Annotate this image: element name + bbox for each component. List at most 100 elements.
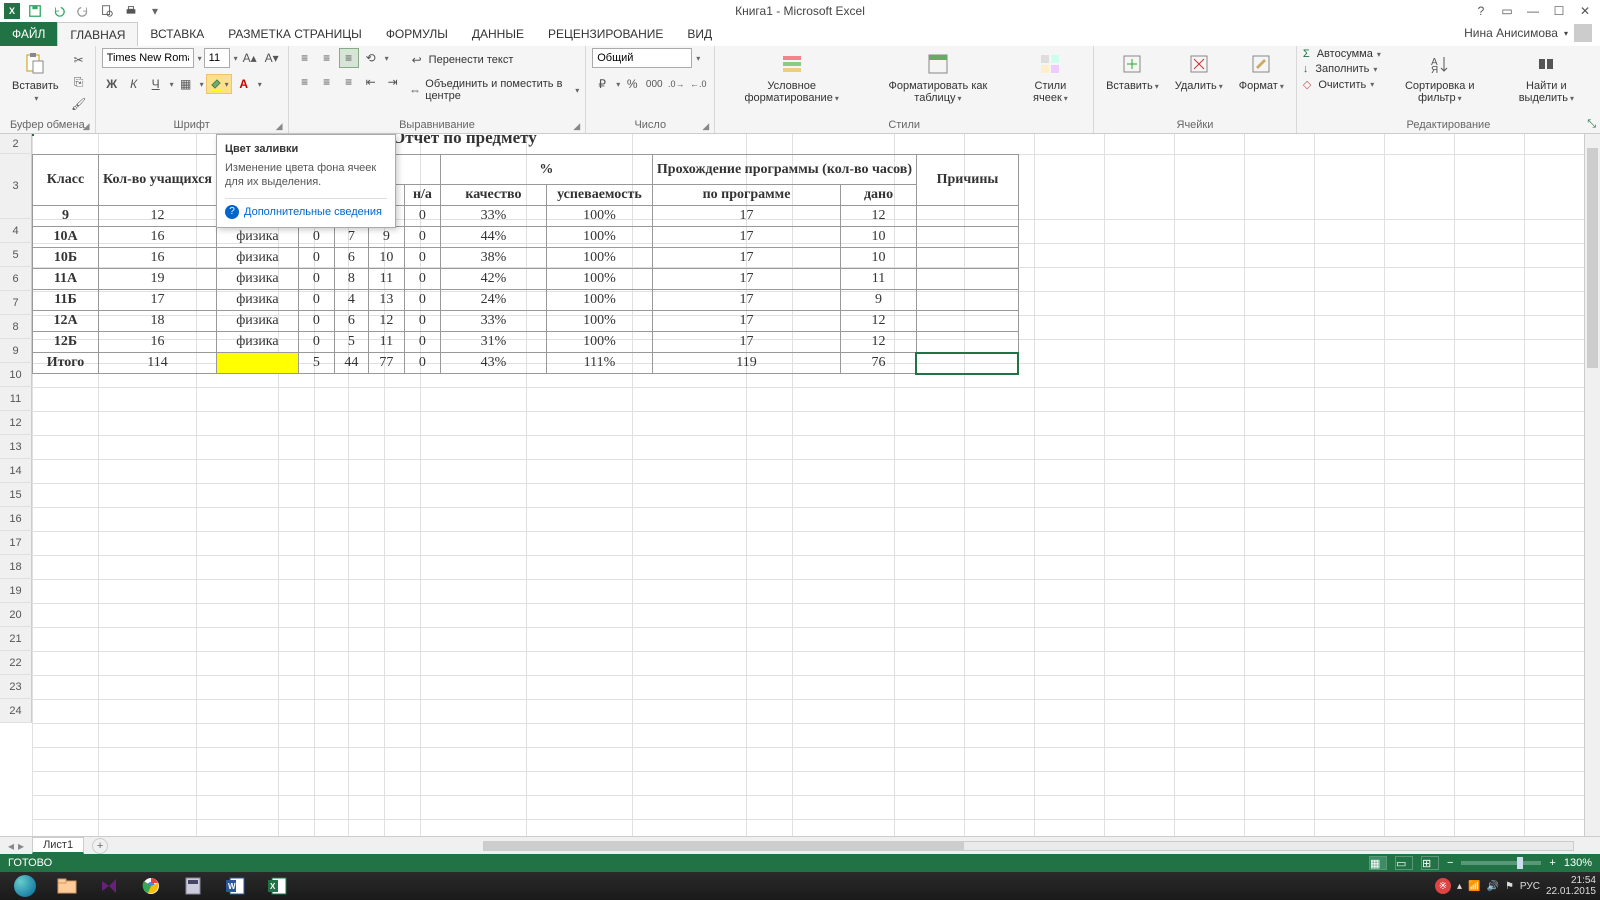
taskbar-calculator-icon[interactable] [172, 874, 214, 898]
tab-data[interactable]: ДАННЫЕ [460, 22, 536, 46]
taskbar-word-icon[interactable]: W [214, 874, 256, 898]
row-header[interactable]: 2 [0, 134, 32, 154]
view-page-break-icon[interactable]: ⊞ [1421, 856, 1439, 870]
row-header[interactable]: 6 [0, 267, 32, 291]
add-sheet-icon[interactable]: + [92, 838, 108, 854]
sheet-nav-prev-icon[interactable]: ◂ [8, 839, 14, 853]
worksheet-grid[interactable]: 23456789101112131415161718192021222324 О… [0, 134, 1600, 854]
conditional-formatting-button[interactable]: Условное форматирование▾ [721, 48, 862, 107]
cut-icon[interactable]: ✂ [69, 50, 89, 70]
sheet-tab-1[interactable]: Лист1 [32, 837, 84, 854]
row-header[interactable]: 7 [0, 291, 32, 315]
tray-clock[interactable]: 21:54 22.01.2015 [1546, 875, 1596, 897]
horizontal-scrollbar[interactable] [118, 839, 1590, 853]
tooltip-more-link[interactable]: ? Дополнительные сведения [225, 198, 387, 219]
clear-button[interactable]: ◇ Очистить▾ [1303, 78, 1381, 91]
ribbon-display-icon[interactable]: ▭ [1496, 2, 1518, 20]
tray-network-icon[interactable]: 📶 [1468, 881, 1480, 892]
tray-chevron-icon[interactable]: ▴ [1457, 881, 1462, 892]
start-button[interactable] [4, 874, 46, 898]
minimize-icon[interactable]: — [1522, 2, 1544, 20]
row-header[interactable]: 12 [0, 411, 32, 435]
wrap-text-button[interactable]: ↩Перенести текст [407, 50, 580, 70]
row-header[interactable]: 3 [0, 154, 32, 219]
qat-preview-icon[interactable] [98, 2, 116, 20]
table-row[interactable]: 11Б17физика0413024%100%179 [33, 290, 1019, 311]
find-select-button[interactable]: Найти и выделить▾ [1499, 48, 1594, 107]
row-header[interactable]: 11 [0, 387, 32, 411]
row-header[interactable]: 18 [0, 555, 32, 579]
tray-volume-icon[interactable]: 🔊 [1486, 881, 1498, 892]
taskbar-explorer-icon[interactable] [46, 874, 88, 898]
tab-home[interactable]: ГЛАВНАЯ [57, 22, 138, 46]
zoom-out-icon[interactable]: − [1447, 857, 1453, 869]
format-as-table-button[interactable]: Форматировать как таблицу▾ [866, 48, 1010, 107]
tab-view[interactable]: ВИД [675, 22, 724, 46]
format-painter-icon[interactable]: 🖌 [69, 94, 89, 114]
align-right-icon[interactable]: ≡ [339, 72, 359, 92]
increase-font-icon[interactable]: A▴ [240, 48, 260, 68]
qat-save-icon[interactable] [26, 2, 44, 20]
taskbar-excel-icon[interactable]: X [256, 874, 298, 898]
increase-indent-icon[interactable]: ⇥ [383, 72, 403, 92]
row-header[interactable]: 21 [0, 627, 32, 651]
font-size-combo[interactable] [204, 48, 230, 68]
cell-styles-button[interactable]: Стили ячеек▾ [1014, 48, 1087, 107]
zoom-slider[interactable] [1461, 861, 1541, 865]
percent-format-icon[interactable]: % [622, 74, 642, 94]
align-bottom-icon[interactable]: ≡ [339, 48, 359, 68]
qat-undo-icon[interactable] [50, 2, 68, 20]
comma-format-icon[interactable]: 000 [644, 74, 664, 94]
help-icon[interactable]: ? [1470, 2, 1492, 20]
tab-file[interactable]: ФАЙЛ [0, 22, 57, 46]
dialog-launcher-icon[interactable]: ◢ [83, 121, 93, 131]
align-top-icon[interactable]: ≡ [295, 48, 315, 68]
merge-center-button[interactable]: ⇔Объединить и поместить в центре▾ [407, 78, 580, 102]
tray-language[interactable]: РУС [1520, 881, 1540, 892]
row-header[interactable]: 14 [0, 459, 32, 483]
paste-button[interactable]: Вставить▾ [6, 48, 65, 107]
view-normal-icon[interactable]: ▦ [1369, 856, 1387, 870]
autosum-button[interactable]: Σ Автосумма▾ [1303, 48, 1381, 60]
underline-button[interactable]: Ч [146, 74, 166, 94]
orientation-icon[interactable]: ⟲ [361, 48, 381, 68]
view-page-layout-icon[interactable]: ▭ [1395, 856, 1413, 870]
dialog-launcher-icon[interactable]: ◢ [702, 121, 712, 131]
copy-icon[interactable]: ⎘ [69, 72, 89, 92]
increase-decimal-icon[interactable]: .0→ [666, 74, 686, 94]
align-left-icon[interactable]: ≡ [295, 72, 315, 92]
row-header[interactable]: 15 [0, 483, 32, 507]
tab-formulas[interactable]: ФОРМУЛЫ [374, 22, 460, 46]
format-cells-button[interactable]: Формат▾ [1233, 48, 1290, 95]
qat-customize-icon[interactable]: ▾ [146, 2, 164, 20]
tray-flag-icon[interactable]: ⚑ [1505, 881, 1514, 892]
borders-icon[interactable]: ▦ [176, 74, 196, 94]
dialog-launcher-icon[interactable]: ◢ [573, 121, 583, 131]
fill-color-button[interactable]: ▾ [206, 74, 232, 94]
table-row[interactable]: 11А19физика0811042%100%1711 [33, 269, 1019, 290]
delete-cells-button[interactable]: Удалить▾ [1169, 48, 1229, 95]
bold-button[interactable]: Ж [102, 74, 122, 94]
row-header[interactable]: 13 [0, 435, 32, 459]
row-header[interactable]: 10 [0, 363, 32, 387]
tab-insert[interactable]: ВСТАВКА [138, 22, 216, 46]
user-area[interactable]: Нина Анисимова ▾ [1464, 24, 1592, 42]
maximize-icon[interactable]: ☐ [1548, 2, 1570, 20]
row-header[interactable]: 22 [0, 651, 32, 675]
fill-button[interactable]: ↓ Заполнить▾ [1303, 63, 1381, 75]
vertical-scrollbar[interactable] [1584, 134, 1600, 836]
decrease-indent-icon[interactable]: ⇤ [361, 72, 381, 92]
tab-review[interactable]: РЕЦЕНЗИРОВАНИЕ [536, 22, 675, 46]
font-name-combo[interactable] [102, 48, 194, 68]
qat-redo-icon[interactable] [74, 2, 92, 20]
row-header[interactable]: 24 [0, 699, 32, 723]
row-header[interactable]: 9 [0, 339, 32, 363]
font-color-icon[interactable]: A [234, 74, 254, 94]
sort-filter-button[interactable]: AЯ Сортировка и фильтр▾ [1385, 48, 1495, 107]
table-row[interactable]: 10Б16физика0610038%100%1710 [33, 248, 1019, 269]
close-icon[interactable]: ✕ [1574, 2, 1596, 20]
row-header[interactable]: 23 [0, 675, 32, 699]
qat-print-icon[interactable] [122, 2, 140, 20]
row-header[interactable]: 8 [0, 315, 32, 339]
row-header[interactable]: 17 [0, 531, 32, 555]
